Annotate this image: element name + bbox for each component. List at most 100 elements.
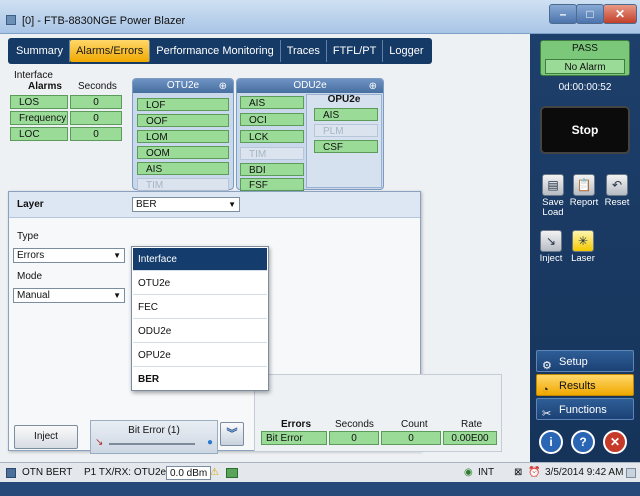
expand-icon[interactable]: ⊕ <box>219 80 227 94</box>
nav-results-label: Results <box>559 380 596 392</box>
alarm-label: Frequency <box>10 111 68 125</box>
col-alarms: Alarms <box>28 81 62 92</box>
layer-option-otu2e[interactable]: OTU2e <box>133 272 267 295</box>
type-select[interactable]: Errors ▼ <box>13 248 125 263</box>
port-info: P1 TX/RX: OTU2e <box>84 467 167 478</box>
signal-icon <box>226 468 238 478</box>
opu-signal-plm: PLM <box>314 124 378 137</box>
layer-option-odu2e[interactable]: ODU2e <box>133 320 267 343</box>
alarm-label: LOC <box>10 127 68 141</box>
inject-tool-button[interactable]: ↘ Inject <box>534 230 568 264</box>
layer-dropdown-list: Interface OTU2e FEC ODU2e OPU2e BER <box>131 246 269 391</box>
clock-source-icon: ◉ <box>464 467 473 478</box>
interface-title: Interface <box>14 70 53 81</box>
info-button[interactable]: i <box>539 430 563 454</box>
nav-results[interactable]: ◔ Results <box>536 374 634 396</box>
close-button[interactable]: ✕ <box>603 4 637 24</box>
laser-button[interactable]: ✳ Laser <box>566 230 600 264</box>
col-seconds: Seconds <box>78 81 117 92</box>
result-count: 0 <box>381 431 441 445</box>
window-title: [0] - FTB-8830NGE Power Blazer <box>22 15 186 27</box>
tab-summary[interactable]: Summary <box>10 40 71 62</box>
type-select-value: Errors <box>17 250 45 261</box>
results-table: Errors Seconds Count Rate Bit Error 0 0 … <box>254 374 502 452</box>
keyboard-icon[interactable] <box>626 468 636 478</box>
nav-functions[interactable]: ✂ Functions <box>536 398 634 420</box>
save-load-button[interactable]: ▤ Save Load <box>536 174 570 218</box>
remote-icon: ⊠ <box>514 467 523 478</box>
col-errors: Errors <box>281 419 312 430</box>
layer-label: Layer <box>17 199 44 210</box>
reset-icon: ↶ <box>606 174 628 196</box>
laser-label: Laser <box>571 253 595 264</box>
expand-chevron-button[interactable]: ︾ <box>220 422 244 446</box>
inject-tool-label: Inject <box>539 253 563 264</box>
chevron-down-icon: ︾ <box>226 428 238 440</box>
inject-icon: ↘ <box>540 230 562 252</box>
bit-error-control: Bit Error (1) ↘ ● <box>90 420 218 454</box>
odu-signal-fsf: FSF <box>240 178 304 191</box>
otu-signal-ais: AIS <box>137 162 229 175</box>
nav-functions-label: Functions <box>559 404 607 416</box>
layer-select[interactable]: BER ▼ <box>132 197 240 212</box>
mode-select-value: Manual <box>17 290 50 301</box>
laser-icon: ✳ <box>572 230 594 252</box>
layer-option-fec[interactable]: FEC <box>133 296 267 319</box>
minimize-button[interactable]: – <box>549 4 577 24</box>
report-label: Report <box>569 197 599 208</box>
close-icon: ✕ <box>609 435 621 449</box>
inject-button[interactable]: Inject <box>14 425 78 449</box>
otu2e-header: OTU2e ⊕ <box>133 79 233 93</box>
maximize-button[interactable]: □ <box>576 4 604 24</box>
otu-signal-lof: LOF <box>137 98 229 111</box>
drop-icon: ● <box>206 437 213 448</box>
layer-option-interface[interactable]: Interface <box>133 248 267 271</box>
bit-error-slider[interactable] <box>109 443 195 445</box>
warning-icon: ⚠ <box>210 467 219 478</box>
tools-icon: ✂ <box>542 408 552 420</box>
layer-option-ber[interactable]: BER <box>133 368 267 391</box>
report-button[interactable]: 📋 Report <box>567 174 601 208</box>
nav-setup[interactable]: ⚙ Setup <box>536 350 634 372</box>
test-timer: 0d:00:00:52 <box>558 82 612 93</box>
opu-signal-ais: AIS <box>314 108 378 121</box>
layer-option-opu2e[interactable]: OPU2e <box>133 344 267 367</box>
alarm-state: No Alarm <box>545 59 625 74</box>
app-icon <box>6 15 16 25</box>
tab-logger[interactable]: Logger <box>383 40 429 62</box>
odu2e-title: ODU2e <box>293 80 327 91</box>
stop-button[interactable]: Stop <box>540 106 630 154</box>
alarm-value: 0 <box>70 127 122 141</box>
alarm-value: 0 <box>70 95 122 109</box>
status-bar: OTN BERT P1 TX/RX: OTU2e 0.0 dBm ⚠ ◉ INT… <box>0 462 640 482</box>
result-label: Bit Error <box>261 431 327 445</box>
expand-icon[interactable]: ⊕ <box>369 80 377 94</box>
odu-signal-bdi: BDI <box>240 163 304 176</box>
inject-area: Inject Bit Error (1) ↘ ● ︾ <box>10 420 246 460</box>
tab-ftfl-pt[interactable]: FTFL/PT <box>327 40 384 62</box>
window-titlebar: [0] - FTB-8830NGE Power Blazer – □ ✕ <box>0 0 640 34</box>
save-load-icon: ▤ <box>542 174 564 196</box>
opu-signal-csf: CSF <box>314 140 378 153</box>
odu2e-header: ODU2e ⊕ <box>237 79 383 93</box>
exit-button[interactable]: ✕ <box>603 430 627 454</box>
mode-label: Mode <box>17 271 43 282</box>
odu-signal-lck: LCK <box>240 130 304 143</box>
tab-alarms-errors[interactable]: Alarms/Errors <box>70 40 151 62</box>
help-button[interactable]: ? <box>571 430 595 454</box>
mode-select[interactable]: Manual ▼ <box>13 288 125 303</box>
reset-button[interactable]: ↶ Reset <box>600 174 634 208</box>
layer-select-value: BER <box>136 199 157 210</box>
pass-status: PASS <box>572 43 598 54</box>
odu-signal-ais: AIS <box>240 96 304 109</box>
col-rate: Rate <box>461 419 483 430</box>
type-label: Type <box>17 231 39 242</box>
report-icon: 📋 <box>573 174 595 196</box>
help-icon: ? <box>579 435 587 449</box>
main-tabs: Summary Alarms/Errors Performance Monito… <box>8 38 432 64</box>
needle-icon: ↘ <box>95 437 104 448</box>
test-name: OTN BERT <box>22 467 73 478</box>
tab-traces[interactable]: Traces <box>281 40 327 62</box>
test-status-box: PASS No Alarm <box>540 40 630 76</box>
tab-performance-monitoring[interactable]: Performance Monitoring <box>150 40 281 62</box>
